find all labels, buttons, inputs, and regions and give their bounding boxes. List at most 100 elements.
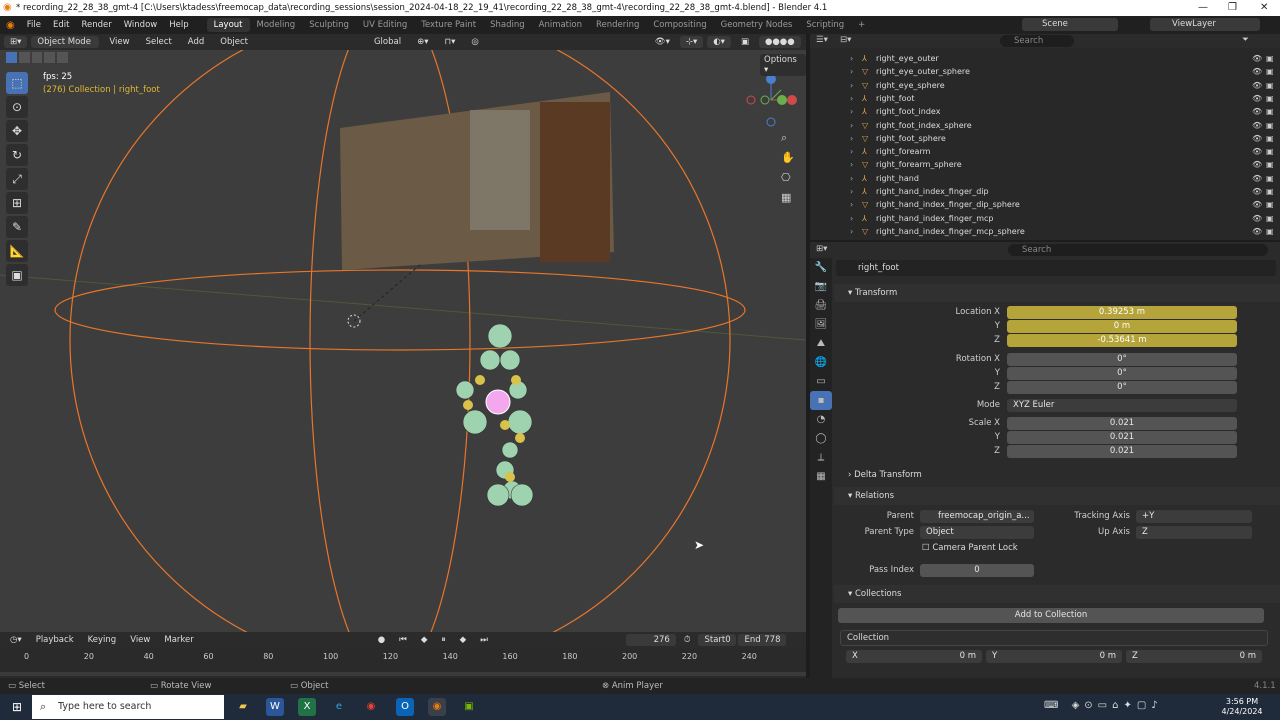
expand-chevron-icon[interactable]: › (850, 132, 853, 145)
proportional-edit-icon[interactable]: ◎ (465, 36, 484, 48)
3d-viewport[interactable]: fps: 25 (276) Collection | right_foot Op… (0, 50, 806, 632)
timeline-area[interactable]: 0 20 40 60 80 100 120 140 160 180 200 220 240 (0, 648, 806, 678)
cursor-tool-icon[interactable]: ⊙ (6, 96, 28, 118)
render-tab-icon[interactable]: 📷 (810, 277, 832, 296)
outliner-row[interactable]: › ⅄ right_forearm 👁 ▣ (850, 145, 1274, 158)
expand-chevron-icon[interactable]: › (850, 198, 853, 211)
timeline-scrollbar[interactable] (0, 672, 806, 676)
file-explorer-icon[interactable]: ▰ (234, 698, 252, 716)
tracking-axis-dropdown[interactable]: +Y (1136, 510, 1252, 523)
tool-tab-icon[interactable]: 🔧 (810, 258, 832, 277)
chrome-icon[interactable]: ◉ (362, 698, 380, 716)
visibility-eye-icon[interactable]: 👁 (1252, 225, 1262, 238)
display-mode-icon[interactable]: ⊟▾ (840, 35, 851, 45)
render-visibility-icon[interactable]: ▣ (1266, 92, 1274, 105)
render-visibility-icon[interactable]: ▣ (1266, 52, 1274, 65)
rotation-y-field[interactable]: 0° (1007, 367, 1237, 380)
zoom-icon[interactable]: ⌕ (781, 128, 795, 148)
properties-editor-icon[interactable]: ⊞▾ (816, 244, 827, 254)
select-box-tool-icon[interactable]: ⬚ (6, 72, 28, 94)
expand-chevron-icon[interactable]: › (850, 212, 853, 225)
snap-icon[interactable]: ⊓▾ (438, 36, 461, 48)
camera-parent-lock-checkbox[interactable]: ☐ Camera Parent Lock (922, 543, 1018, 553)
visibility-eye-icon[interactable]: 👁 (1252, 65, 1262, 78)
visibility-eye-icon[interactable]: 👁 (1252, 212, 1262, 225)
gizmo-icon[interactable]: ⊹▾ (679, 36, 704, 48)
tab-sculpting[interactable]: Sculpting (302, 18, 356, 32)
outliner-row[interactable]: › ▽ right_eye_outer_sphere 👁 ▣ (850, 65, 1274, 78)
properties-search-input[interactable]: Search (1008, 244, 1268, 256)
visibility-eye-icon[interactable]: 👁 (1252, 198, 1262, 211)
shading-solid-icon[interactable]: ●●●● (758, 36, 801, 48)
location-x-field[interactable]: 0.39253 m (1007, 306, 1237, 319)
menu-object[interactable]: Object (214, 36, 254, 48)
menu-file[interactable]: File (21, 20, 47, 30)
visibility-icon[interactable]: 👁▾ (649, 36, 676, 48)
object-tab-icon[interactable]: ▪ (810, 391, 832, 410)
tab-modeling[interactable]: Modeling (250, 18, 303, 32)
pan-hand-icon[interactable]: ✋ (781, 148, 795, 168)
menu-add[interactable]: Add (182, 36, 210, 48)
overlay-icon[interactable]: ◐▾ (707, 36, 731, 48)
current-frame-field[interactable]: 276 (625, 634, 676, 646)
object-mode-dropdown[interactable]: Object Mode (31, 36, 100, 48)
expand-chevron-icon[interactable]: › (850, 79, 853, 92)
collection-tab-icon[interactable]: ▭ (810, 372, 832, 391)
start-frame-field[interactable]: Start 0 (698, 634, 737, 646)
visibility-eye-icon[interactable]: 👁 (1252, 92, 1262, 105)
timeline-editor-icon[interactable]: ◷▾ (4, 634, 28, 646)
render-visibility-icon[interactable]: ▣ (1266, 119, 1274, 132)
visibility-eye-icon[interactable]: 👁 (1252, 52, 1262, 65)
modifier-tab-icon[interactable]: ◔ (810, 410, 832, 429)
maximize-icon[interactable]: ❐ (1228, 0, 1237, 16)
menu-view[interactable]: View (103, 36, 135, 48)
tab-shading[interactable]: Shading (483, 18, 532, 32)
preview-range-icon[interactable]: ⏱ (678, 634, 697, 646)
system-tray-icons[interactable]: ⌨ ◈⊙▭⌂✦▢♪ (1044, 700, 1163, 711)
offset-x-field[interactable]: X 0 m (846, 650, 982, 663)
texture-tab-icon[interactable]: ▦ (810, 467, 832, 486)
windows-start-icon[interactable]: ⊞ (8, 698, 26, 716)
outliner-row[interactable]: › ▽ right_eye_sphere 👁 ▣ (850, 79, 1274, 92)
menu-select[interactable]: Select (140, 36, 178, 48)
scale-z-field[interactable]: 0.021 (1007, 445, 1237, 458)
visibility-eye-icon[interactable]: 👁 (1252, 172, 1262, 185)
minimize-icon[interactable]: — (1198, 0, 1208, 16)
expand-chevron-icon[interactable]: › (850, 92, 853, 105)
transform-tool-icon[interactable]: ⊞ (6, 192, 28, 214)
up-axis-dropdown[interactable]: Z (1136, 526, 1252, 539)
menu-render[interactable]: Render (75, 20, 117, 30)
expand-chevron-icon[interactable]: › (850, 158, 853, 171)
end-frame-field[interactable]: End 778 (738, 634, 787, 646)
expand-chevron-icon[interactable]: › (850, 225, 853, 238)
options-button[interactable]: Options ▾ (760, 54, 806, 76)
word-icon[interactable]: W (266, 698, 284, 716)
menu-timeline-view[interactable]: View (124, 634, 156, 646)
offset-z-field[interactable]: Z 0 m (1126, 650, 1262, 663)
pause-icon[interactable]: ⏸ (435, 634, 451, 646)
object-name-field[interactable]: right_foot (836, 260, 1276, 276)
visibility-eye-icon[interactable]: 👁 (1252, 79, 1262, 92)
scale-x-field[interactable]: 0.021 (1007, 417, 1237, 430)
expand-chevron-icon[interactable]: › (850, 119, 853, 132)
add-to-collection-button[interactable]: Add to Collection (838, 608, 1264, 623)
output-tab-icon[interactable]: 🖨 (810, 296, 832, 315)
blender-menu-icon[interactable]: ◉ (0, 20, 21, 31)
editor-type-button[interactable]: ⊞▾ (4, 36, 28, 48)
outliner-row[interactable]: › ⅄ right_foot_index 👁 ▣ (850, 105, 1274, 118)
render-visibility-icon[interactable]: ▣ (1266, 212, 1274, 225)
view-layer-selector[interactable]: ViewLayer (1150, 18, 1260, 31)
pivot-icon[interactable]: ⊕▾ (411, 36, 434, 48)
scene-tab-icon[interactable]: ⛰ (810, 334, 832, 353)
select-invert-icon[interactable] (44, 52, 56, 63)
rotation-x-field[interactable]: 0° (1007, 353, 1237, 366)
add-cube-tool-icon[interactable]: ▣ (6, 264, 28, 286)
outliner-row[interactable]: › ⅄ right_eye_outer 👁 ▣ (850, 52, 1274, 65)
close-icon[interactable]: ✕ (1260, 0, 1268, 16)
annotate-tool-icon[interactable]: ✎ (6, 216, 28, 238)
delta-transform-subpanel[interactable]: › Delta Transform (848, 470, 922, 480)
tab-compositing[interactable]: Compositing (646, 18, 713, 32)
constraints-tab-icon[interactable]: ⟂ (810, 448, 832, 467)
scale-tool-icon[interactable]: ⤢ (6, 168, 28, 190)
view-layer-tab-icon[interactable]: 🖼 (810, 315, 832, 334)
